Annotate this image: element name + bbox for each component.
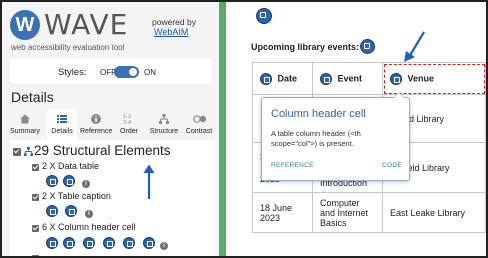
tab-label: Reference [80,128,113,135]
column-header-event: Event [312,62,383,95]
wave-tab-bar: Summary Details Reference 1-23-4 Order [10,109,215,140]
column-header-icon[interactable] [63,237,75,249]
order-icon: 1-2 3-4 [123,113,135,126]
column-header-tooltip: Column header cell A table column header… [261,92,410,181]
panel-divider [219,2,226,256]
column-header-icon[interactable] [320,72,332,85]
column-header-venue: Venue [382,62,486,95]
header-date-label: Date [277,72,298,83]
wave-sidebar: W WAVE web accessibility evaluation tool… [2,2,219,256]
webaim-link[interactable]: WebAIM [154,27,188,37]
table-caption-icon[interactable] [65,205,77,217]
structure-icon [23,146,34,160]
tooltip-reference-link[interactable]: REFERENCE [271,162,314,169]
table-cell: 18 June 2023 [252,192,313,233]
data-table-icon[interactable] [256,8,272,24]
table-caption-icon[interactable] [360,39,375,54]
list-icon [56,113,68,125]
tab-details[interactable]: Details [47,109,77,140]
table-caption-icon[interactable] [46,205,58,217]
tab-order[interactable]: 1-2 3-4 Order [115,109,143,140]
styles-toggle-box: Styles: OFF ON [10,59,212,84]
wave-wordmark: WAVE [44,8,129,41]
header-venue-label: Venue [407,72,435,83]
column-header-icon[interactable] [46,237,58,249]
tab-label: Summary [10,128,40,135]
wave-logo-icon: W [10,10,40,40]
column-header-icon[interactable] [260,72,272,85]
column-header-icon[interactable] [123,237,135,249]
info-icon[interactable]: i [85,210,93,218]
column-header-label: 6 X Column header cell [42,222,136,232]
structural-elements-title: 29 Structural Elements [34,143,171,158]
details-heading: Details [11,89,54,105]
table-caption-label: 2 X Table caption [42,191,111,201]
header-event-label: Event [337,72,363,83]
tooltip-title: Column header cell [271,108,366,120]
table-cell: Computer and Internet Basics [312,192,383,233]
styles-label: Styles: [58,67,87,78]
powered-by-text: powered by [152,17,196,27]
data-table-label: 2 X Data table [42,161,100,171]
svg-text:3-4: 3-4 [123,120,131,125]
wave-tagline: web accessibility evaluation tool [11,43,125,52]
tab-label: Structure [149,128,179,135]
info-icon [90,113,102,125]
tab-reference[interactable]: Reference [80,109,112,140]
structural-elements-checkbox[interactable] [13,148,21,156]
column-header-icon[interactable] [103,237,115,249]
column-header-checkbox[interactable] [32,225,39,232]
info-icon[interactable]: i [160,242,168,250]
info-icon[interactable]: i [82,180,90,188]
home-icon [19,113,31,125]
styles-on-label: ON [144,68,156,77]
tab-contrast[interactable]: Contrast [183,109,215,140]
table-header-row: Date Event Venue [252,62,486,95]
toggle-knob [129,68,137,76]
styles-toggle-switch[interactable] [114,66,139,78]
tab-summary[interactable]: Summary [10,109,40,140]
column-header-date: Date [252,62,313,95]
tab-label: Order [120,128,138,135]
data-table-icon[interactable] [46,175,58,187]
tooltip-description: A table column header (<th scope="col">)… [271,129,361,148]
annotation-arrow-down [404,31,425,62]
tab-label: Details [51,128,73,135]
tab-structure[interactable]: Structure [147,109,181,140]
structure-icon [158,113,170,125]
column-header-icon[interactable] [83,237,95,249]
data-table-checkbox[interactable] [32,164,39,171]
tooltip-pointer-inner [394,93,404,98]
contrast-icon [193,113,207,125]
annotation-arrow-up [143,164,155,199]
tab-label: Contrast [185,128,213,135]
table-caption: Upcoming library events: [251,42,360,52]
column-header-icon[interactable] [143,237,155,249]
tooltip-code-link[interactable]: CODE [382,162,402,169]
table-cell: East Leake Library [382,192,486,233]
screenshot-frame: W WAVE web accessibility evaluation tool… [0,0,488,258]
data-table-icon[interactable] [63,175,75,187]
table-caption-checkbox[interactable] [32,194,39,201]
column-header-icon[interactable] [390,72,402,85]
table-row: 18 June 2023 Computer and Internet Basic… [252,192,486,233]
